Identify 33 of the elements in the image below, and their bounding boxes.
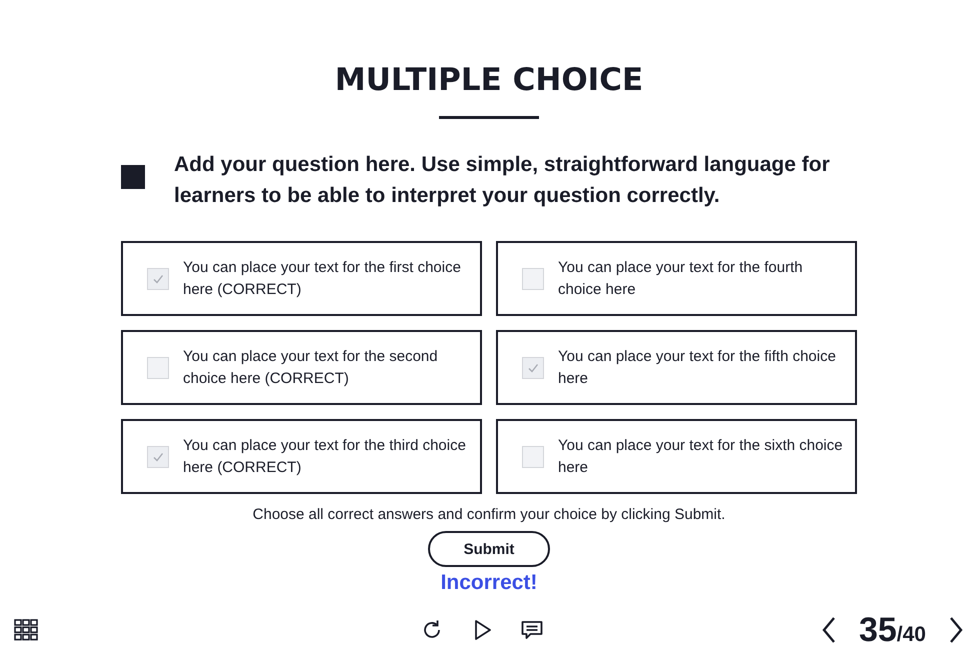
next-icon[interactable] xyxy=(948,616,964,644)
question-marker-icon xyxy=(121,165,145,189)
checkmark-icon xyxy=(152,450,164,462)
choice-option[interactable]: You can place your text for the sixth choice here xyxy=(496,419,857,494)
slide-title: MULTIPLE CHOICE xyxy=(334,61,644,100)
checkbox[interactable] xyxy=(522,268,544,290)
total-slides: /40 xyxy=(896,622,926,646)
choice-option[interactable]: You can place your text for the fifth choice here xyxy=(496,330,857,405)
instruction-text: Choose all correct answers and confirm your choice by clicking Submit. xyxy=(252,506,726,523)
choice-text: You can place your text for the sixth choice here xyxy=(558,436,843,478)
checkbox[interactable] xyxy=(147,446,169,468)
choice-text: You can place your text for the third choice here (CORRECT) xyxy=(183,436,467,478)
checkbox[interactable] xyxy=(522,446,544,468)
choice-text: You can place your text for the fourth choice here xyxy=(558,258,804,300)
checkmark-icon xyxy=(527,362,539,374)
comment-icon[interactable] xyxy=(520,618,544,642)
choice-text: You can place your text for the fifth choice here xyxy=(558,346,837,388)
checkbox[interactable] xyxy=(147,356,169,378)
choice-option[interactable]: You can place your text for the second choice here (CORRECT) xyxy=(121,330,482,405)
choice-option[interactable]: You can place your text for the fourth choice here xyxy=(496,241,857,316)
submit-button[interactable]: Submit xyxy=(428,531,550,567)
choice-text: You can place your text for the first choice here (CORRECT) xyxy=(183,258,462,300)
checkbox[interactable] xyxy=(147,268,169,290)
choice-text: You can place your text for the second choice here (CORRECT) xyxy=(183,346,439,388)
feedback-text: Incorrect! xyxy=(440,571,538,595)
checkbox[interactable] xyxy=(522,356,544,378)
checkmark-icon xyxy=(152,272,164,284)
choice-option[interactable]: You can place your text for the first choice here (CORRECT) xyxy=(121,241,482,316)
choice-option[interactable]: You can place your text for the third choice here (CORRECT) xyxy=(121,419,482,494)
previous-icon[interactable] xyxy=(820,616,837,644)
current-slide-number: 35 xyxy=(858,610,897,650)
question-text: Add your question here. Use simple, straightforward language for learners to be able to interpret your question correctly. xyxy=(174,152,831,209)
grid-menu-icon[interactable] xyxy=(14,619,38,641)
